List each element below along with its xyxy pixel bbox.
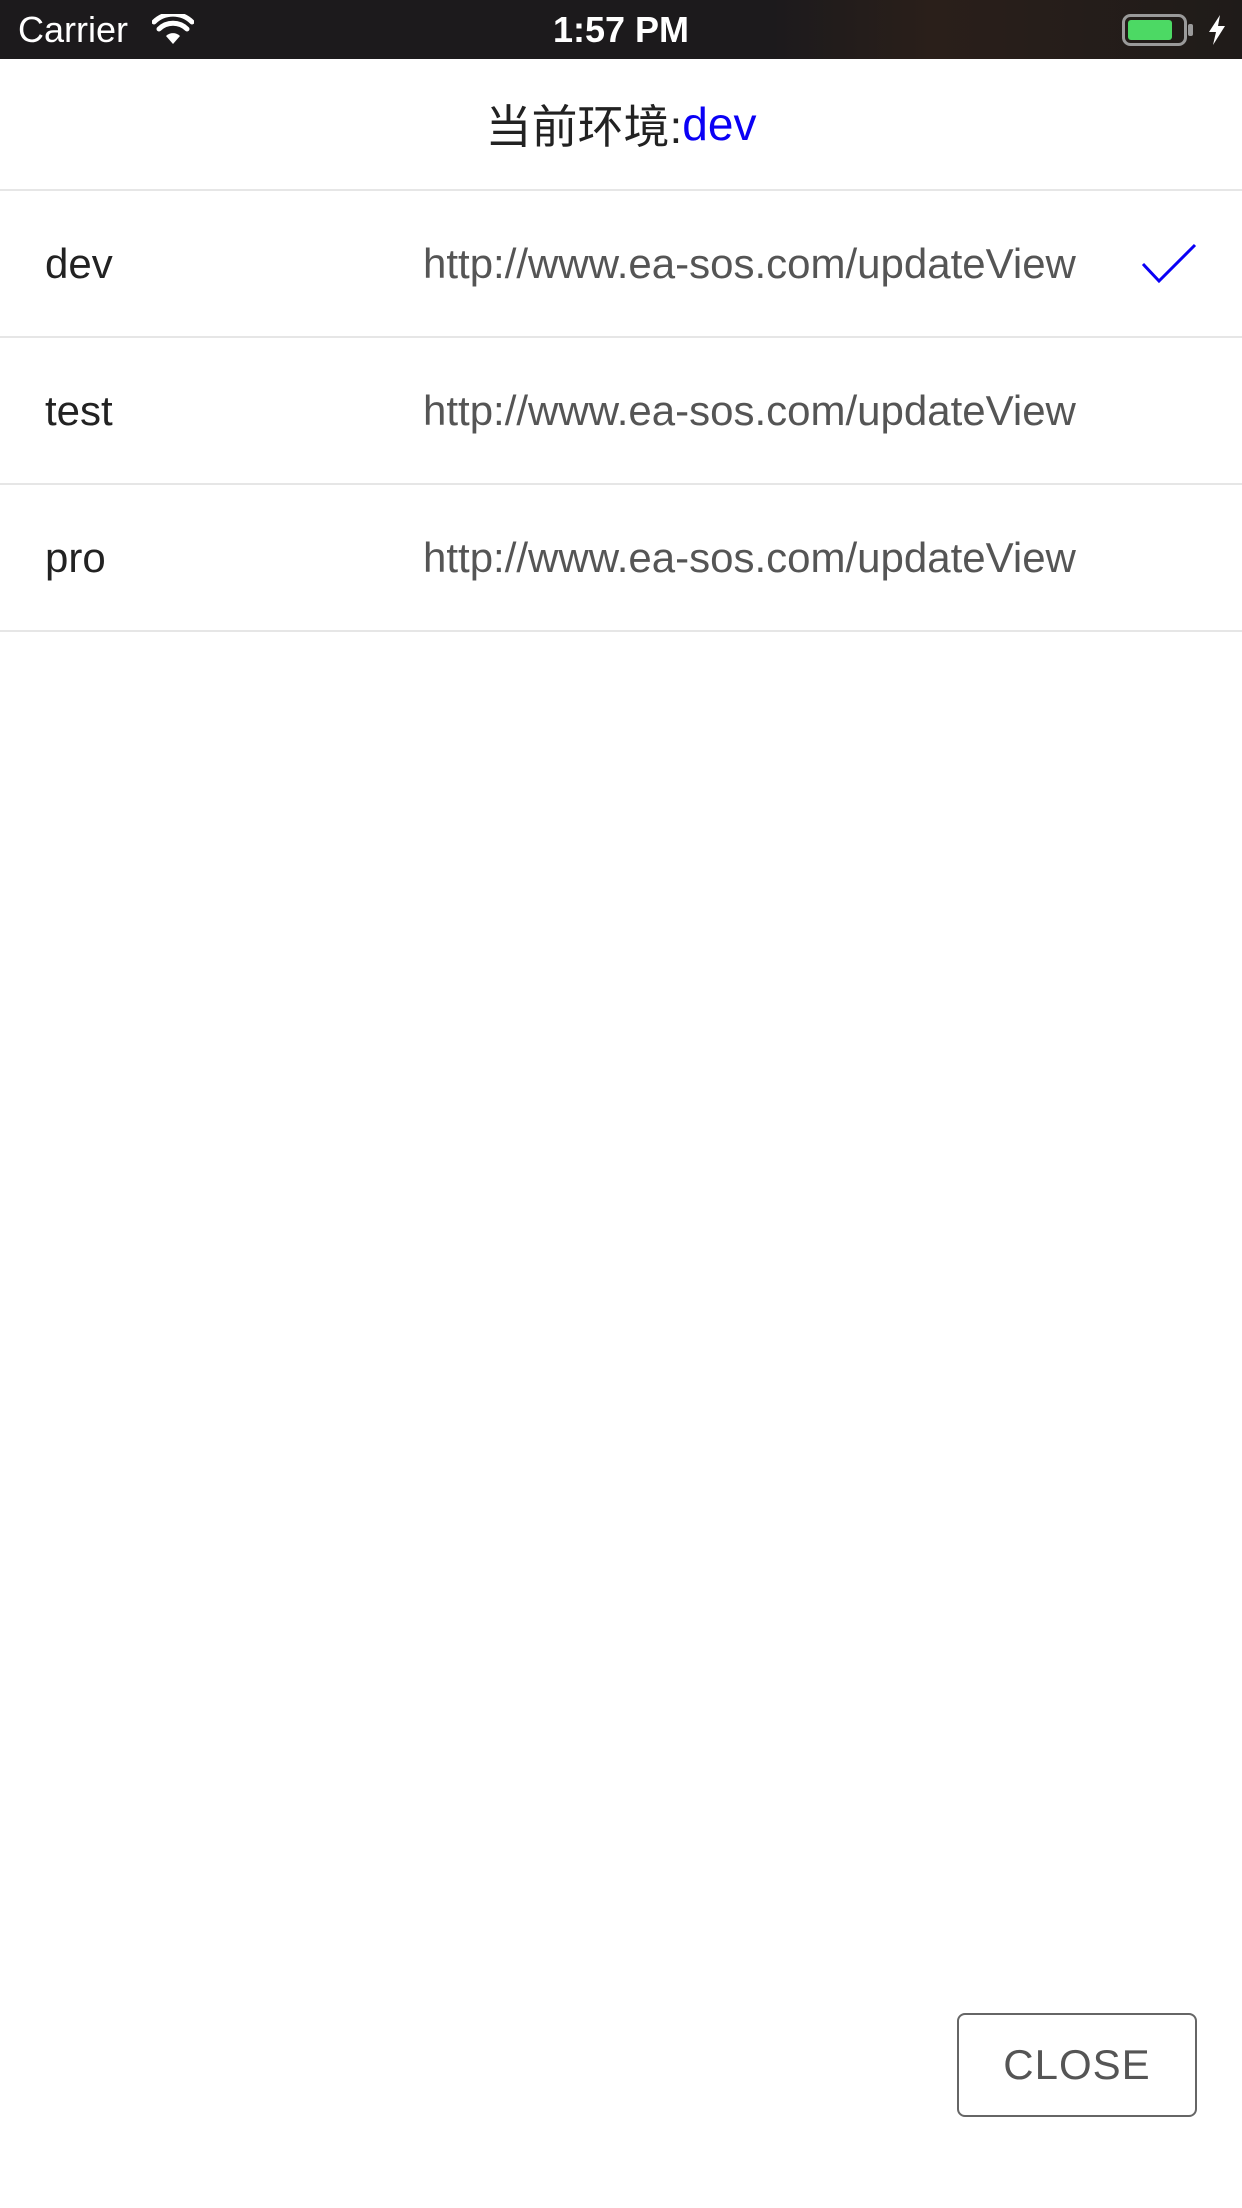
current-environment-header: 当前环境: dev: [0, 59, 1242, 191]
charging-bolt-icon: [1209, 15, 1225, 45]
environment-row-dev[interactable]: dev http://www.ea-sos.com/updateView: [0, 191, 1242, 338]
environment-list: dev http://www.ea-sos.com/updateView tes…: [0, 191, 1242, 632]
environment-url: http://www.ea-sos.com/updateView: [423, 534, 1076, 581]
environment-url: http://www.ea-sos.com/updateView: [423, 387, 1076, 434]
current-environment-value: dev: [682, 98, 757, 150]
environment-row-test[interactable]: test http://www.ea-sos.com/updateView: [0, 338, 1242, 485]
header-label: 当前环境:: [485, 101, 683, 153]
environment-row-pro[interactable]: pro http://www.ea-sos.com/updateView: [0, 485, 1242, 632]
environment-name: pro: [45, 534, 106, 581]
status-bar: Carrier 1:57 PM: [0, 0, 1242, 59]
screen: Carrier 1:57 PM 当前环境: dev dev http://www…: [0, 0, 1242, 2208]
environment-name: test: [45, 387, 113, 434]
battery-icon: [1122, 14, 1193, 46]
status-time: 1:57 PM: [552, 9, 690, 50]
environment-url: http://www.ea-sos.com/updateView: [423, 240, 1076, 287]
checkmark-icon: [1141, 243, 1197, 284]
environment-name: dev: [45, 240, 113, 287]
close-button[interactable]: CLOSE: [957, 2013, 1197, 2117]
